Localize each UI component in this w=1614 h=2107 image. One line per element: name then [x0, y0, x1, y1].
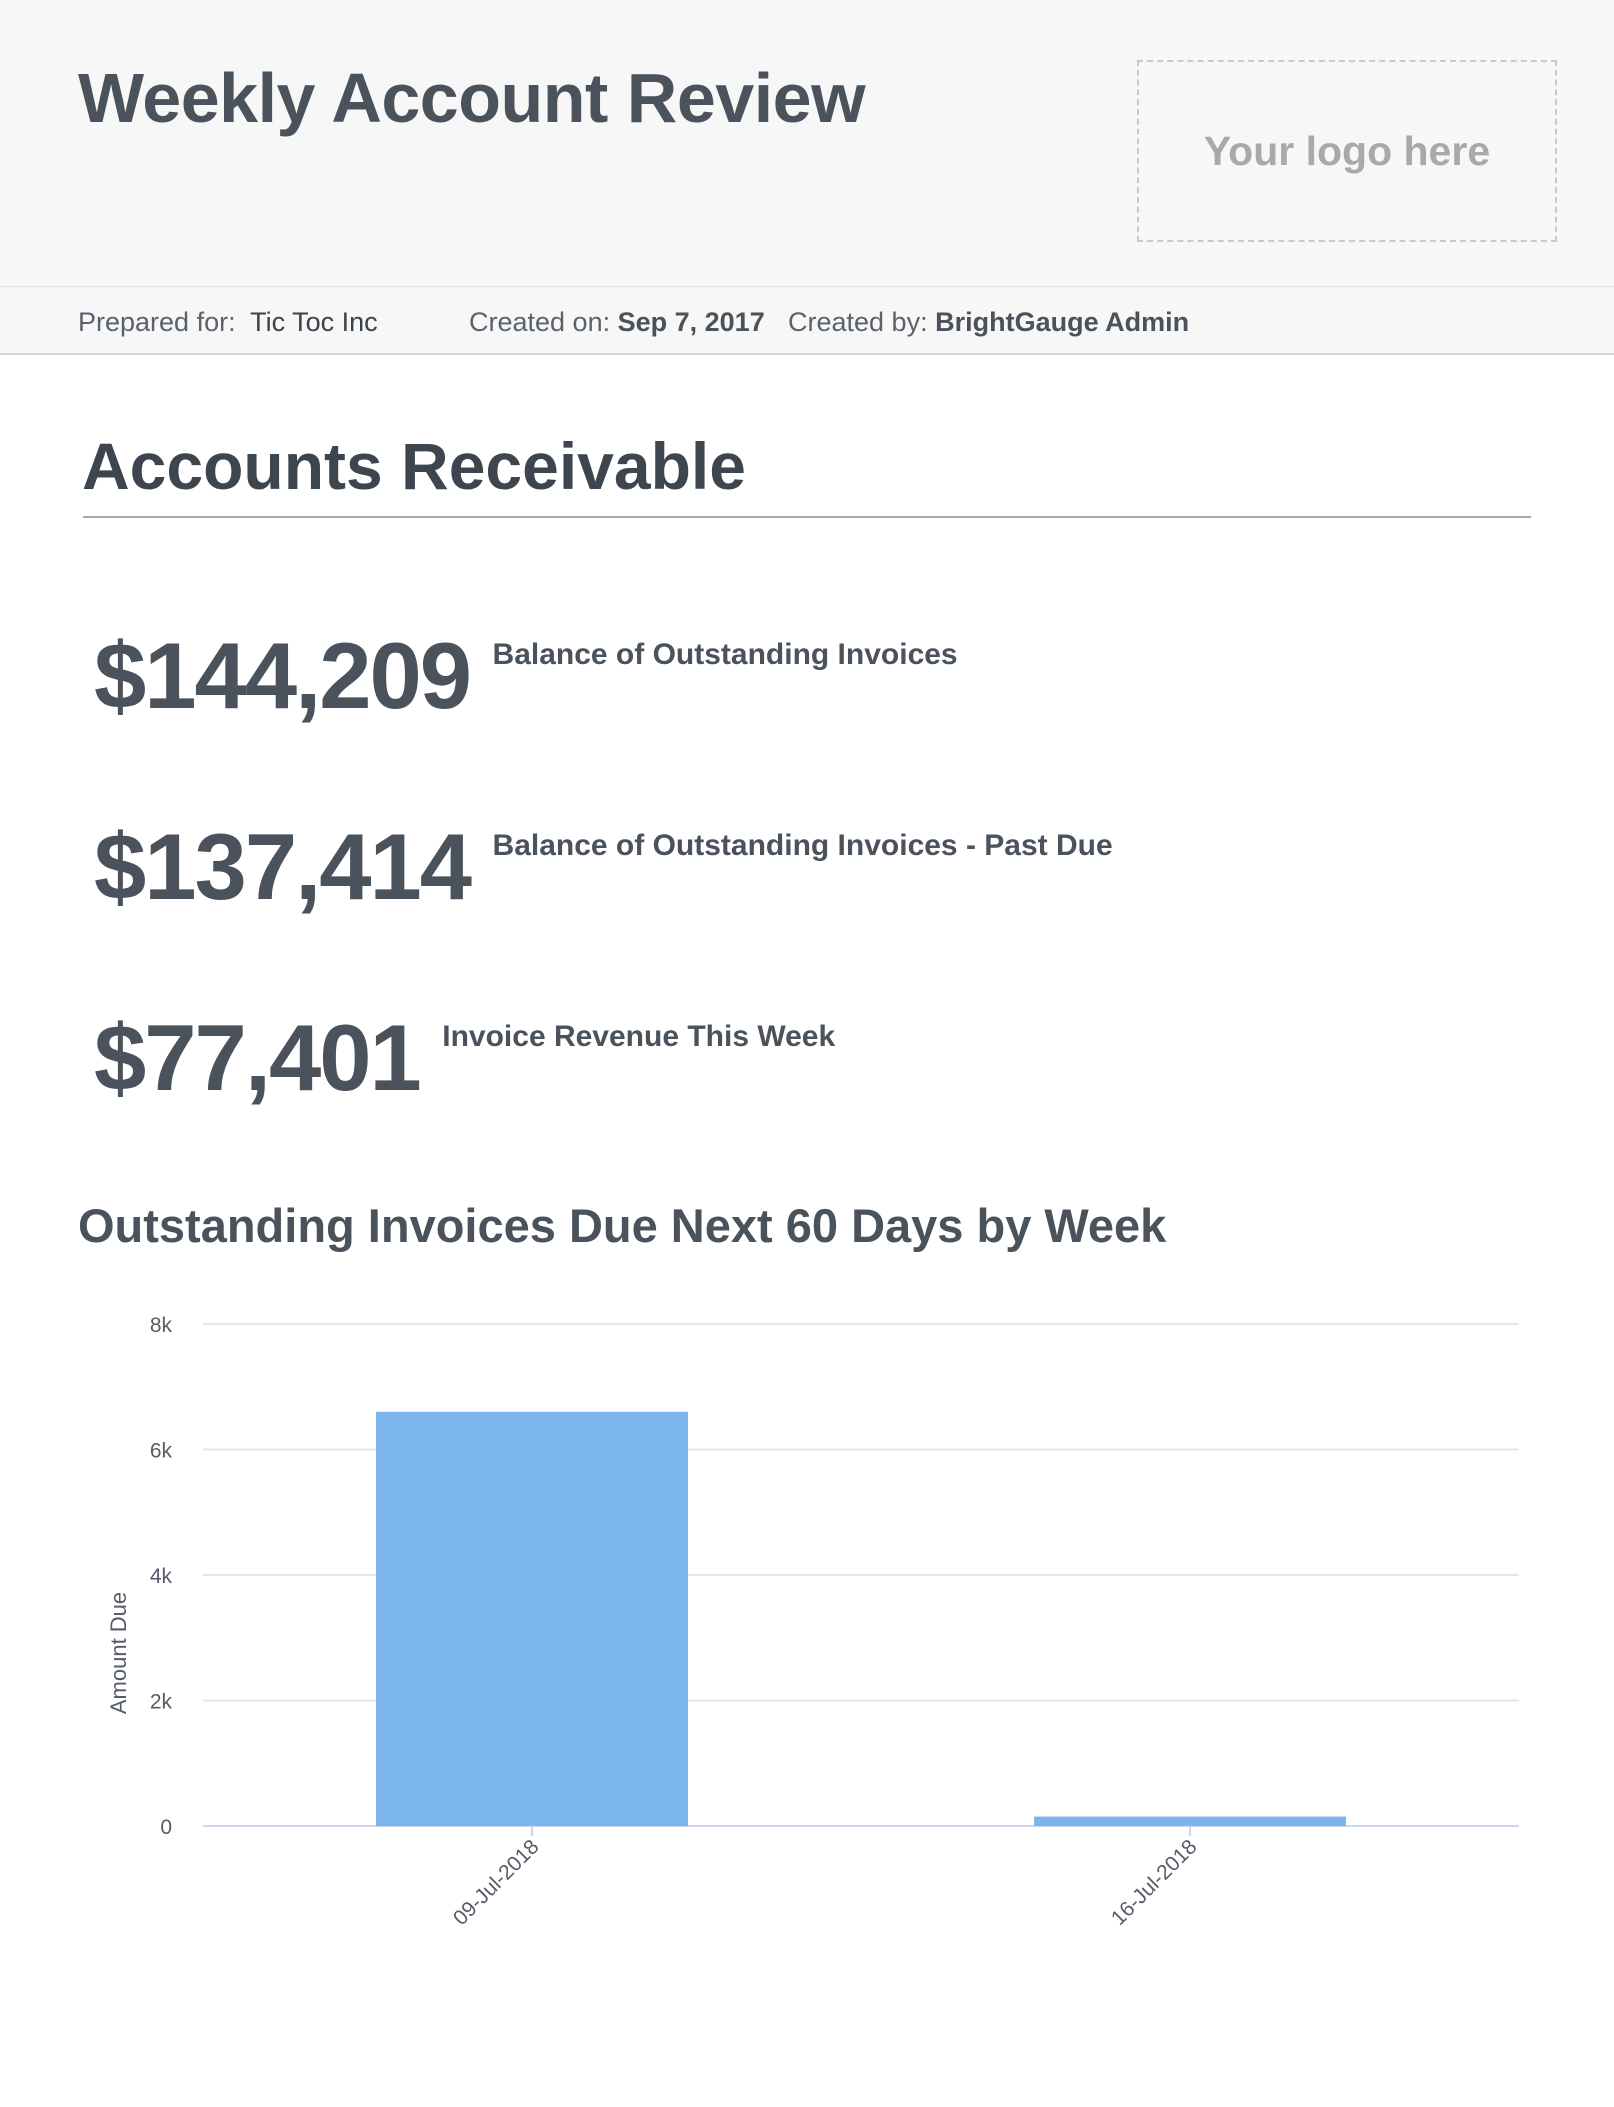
x-tick-label: 09-Jul-2018 [449, 1835, 544, 1930]
y-axis-title: Amount Due [106, 1592, 131, 1714]
y-tick-label: 2k [150, 1691, 173, 1714]
report-header: Weekly Account Review Your logo here [0, 0, 1614, 287]
chart-svg: 0 2k 4k 6k 8k Amount Due 09-Jul-2018 16-Jul-201… [106, 1314, 1519, 1930]
bar [1034, 1816, 1346, 1826]
created-on-label: Created on: [469, 307, 611, 337]
y-tick-label: 4k [150, 1565, 173, 1588]
report-title: Weekly Account Review [78, 59, 866, 137]
report-page: Weekly Account Review Your logo here Pre… [0, 0, 1614, 2107]
chart-title: Outstanding Invoices Due Next 60 Days by… [78, 1199, 1167, 1252]
created-by: Created by: BrightGauge Admin [788, 307, 1189, 338]
section-title: Accounts Receivable [82, 429, 746, 503]
logo-placeholder: Your logo here [1137, 60, 1557, 242]
kpi-value: $137,414 [94, 814, 472, 919]
kpi-past-due-balance: $137,414 Balance of Outstanding Invoices… [94, 813, 1113, 921]
prepared-for-label: Prepared for: [78, 307, 236, 337]
created-by-label: Created by: [788, 307, 928, 337]
created-on: Created on: Sep 7, 2017 [469, 307, 765, 338]
report-meta-bar: Prepared for: Tic Toc Inc Created on: Se… [0, 287, 1614, 355]
y-tick-label: 6k [150, 1440, 173, 1463]
kpi-label: Balance of Outstanding Invoices - Past D… [492, 829, 1113, 862]
kpi-value: $144,209 [94, 623, 472, 728]
y-tick-label: 0 [160, 1816, 172, 1839]
y-tick-label: 8k [150, 1314, 173, 1337]
kpi-label: Balance of Outstanding Invoices [492, 638, 958, 671]
kpi-value: $77,401 [94, 1005, 422, 1110]
x-tick-label: 16-Jul-2018 [1107, 1835, 1202, 1930]
bar [376, 1411, 688, 1826]
outstanding-invoices-chart: 0 2k 4k 6k 8k Amount Due 09-Jul-2018 16-Jul-201… [0, 1280, 1614, 2000]
kpi-label: Invoice Revenue This Week [442, 1020, 836, 1053]
kpi-outstanding-balance: $144,209 Balance of Outstanding Invoices [94, 622, 958, 730]
prepared-for: Prepared for: Tic Toc Inc [78, 307, 378, 338]
kpi-invoice-revenue-week: $77,401 Invoice Revenue This Week [94, 1004, 835, 1112]
created-on-value: Sep 7, 2017 [617, 307, 765, 337]
created-by-value: BrightGauge Admin [935, 307, 1190, 337]
logo-placeholder-text: Your logo here [1203, 128, 1491, 174]
prepared-for-value: Tic Toc Inc [250, 307, 378, 337]
section-divider [83, 516, 1531, 518]
